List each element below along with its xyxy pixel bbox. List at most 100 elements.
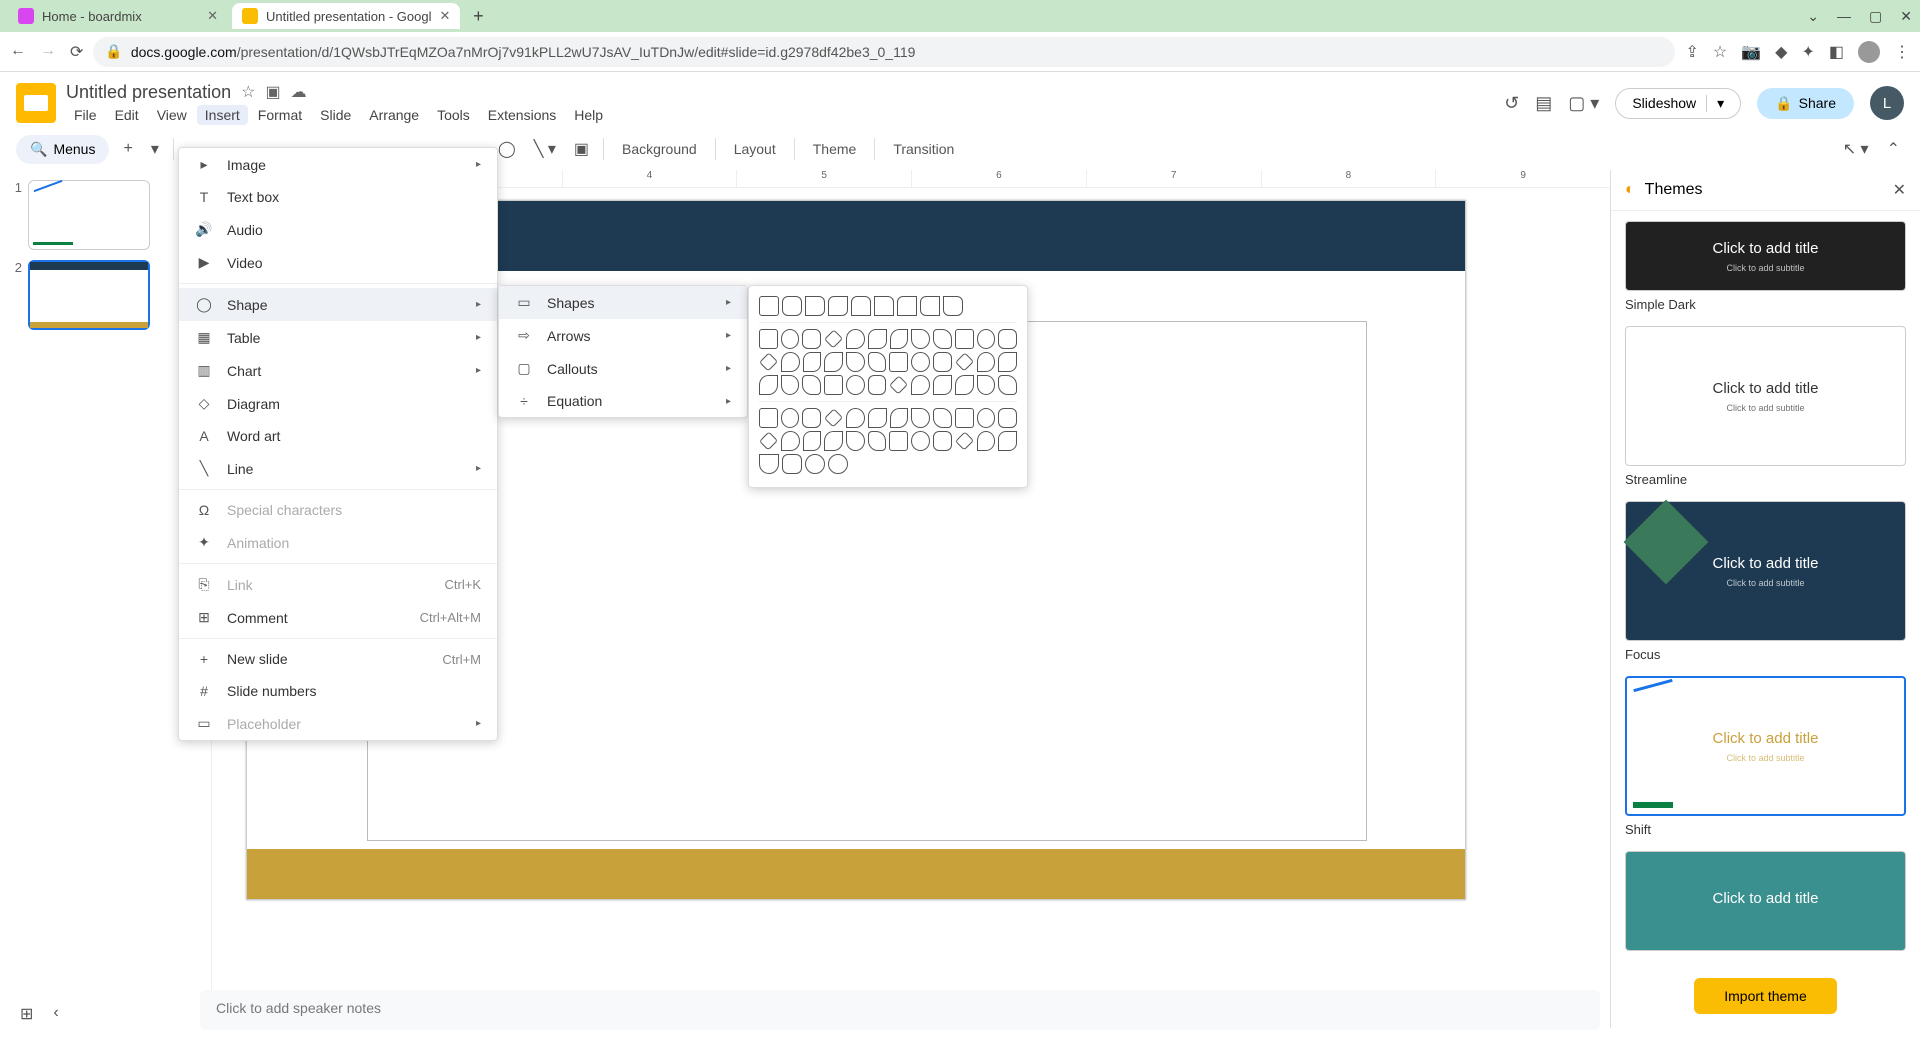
shape-option[interactable] bbox=[802, 408, 821, 428]
shape-option[interactable] bbox=[759, 431, 778, 450]
forward-icon[interactable]: → bbox=[40, 42, 56, 62]
menu-edit[interactable]: Edit bbox=[107, 105, 147, 125]
sidepanel-icon[interactable]: ◧ bbox=[1829, 42, 1844, 62]
shape-rounded-rect[interactable] bbox=[782, 296, 802, 316]
shape-option[interactable] bbox=[911, 431, 930, 451]
menu-item-image[interactable]: ▸Image▸ bbox=[179, 148, 497, 181]
shape-option[interactable] bbox=[846, 431, 865, 451]
shape-option[interactable] bbox=[998, 431, 1017, 451]
search-menus-button[interactable]: 🔍 Menus bbox=[16, 135, 109, 164]
shape-option[interactable] bbox=[933, 352, 952, 372]
shape-misc[interactable] bbox=[782, 454, 802, 474]
reload-icon[interactable]: ⟳ bbox=[70, 42, 83, 62]
shape-option[interactable] bbox=[954, 352, 973, 371]
submenu-item-arrows[interactable]: ⇨Arrows▸ bbox=[499, 319, 747, 352]
chevron-down-icon[interactable]: ▾ bbox=[1706, 95, 1724, 112]
line-tool-icon[interactable]: ╲ ▾ bbox=[530, 135, 560, 163]
import-theme-button[interactable]: Import theme bbox=[1694, 978, 1836, 1014]
shape-option[interactable] bbox=[933, 431, 952, 451]
shape-option[interactable] bbox=[977, 375, 996, 395]
menu-item-word-art[interactable]: AWord art bbox=[179, 420, 497, 452]
menu-item-video[interactable]: ▶Video bbox=[179, 246, 497, 279]
address-bar[interactable]: 🔒 docs.google.com/presentation/d/1QWsbJT… bbox=[93, 37, 1675, 67]
shape-option[interactable] bbox=[933, 375, 952, 395]
menu-item-audio[interactable]: 🔊Audio bbox=[179, 213, 497, 246]
shape-option[interactable] bbox=[998, 408, 1017, 428]
minimize-icon[interactable]: — bbox=[1837, 8, 1851, 25]
menu-slide[interactable]: Slide bbox=[312, 105, 359, 125]
shape-option[interactable] bbox=[781, 408, 800, 428]
grid-view-icon[interactable]: ⊞ bbox=[20, 1004, 33, 1024]
shape-option[interactable] bbox=[977, 431, 996, 451]
menu-extensions[interactable]: Extensions bbox=[480, 105, 564, 125]
submenu-item-equation[interactable]: ÷Equation▸ bbox=[499, 385, 747, 417]
theme-button[interactable]: Theme bbox=[805, 137, 865, 161]
slides-logo[interactable] bbox=[16, 83, 56, 123]
new-slide-button[interactable]: + bbox=[119, 136, 136, 162]
shape-option[interactable] bbox=[846, 329, 865, 349]
transition-button[interactable]: Transition bbox=[885, 137, 962, 161]
shape-option[interactable] bbox=[824, 352, 843, 372]
menu-arrange[interactable]: Arrange bbox=[361, 105, 427, 125]
layout-button[interactable]: Layout bbox=[726, 137, 784, 161]
menu-item-new-slide[interactable]: +New slideCtrl+M bbox=[179, 643, 497, 675]
shape-option[interactable] bbox=[759, 408, 778, 428]
shape-option[interactable] bbox=[998, 375, 1017, 395]
account-avatar[interactable]: L bbox=[1870, 86, 1904, 120]
shape-option[interactable] bbox=[911, 329, 930, 349]
menu-item-comment[interactable]: ⊞CommentCtrl+Alt+M bbox=[179, 601, 497, 634]
shape-option[interactable] bbox=[868, 408, 887, 428]
tab-close-icon[interactable]: ✕ bbox=[431, 8, 450, 24]
shape-option[interactable] bbox=[911, 375, 930, 395]
speaker-notes[interactable]: Click to add speaker notes bbox=[200, 990, 1600, 1030]
share-button[interactable]: 🔒 Share bbox=[1757, 88, 1854, 119]
theme-preview-streamline[interactable]: Click to add titleClick to add subtitle bbox=[1625, 326, 1906, 466]
theme-preview-focus[interactable]: Click to add titleClick to add subtitle bbox=[1625, 501, 1906, 641]
share-page-icon[interactable]: ⇪ bbox=[1685, 42, 1698, 62]
shape-option[interactable] bbox=[977, 408, 996, 428]
shape-option[interactable] bbox=[846, 408, 865, 428]
themes-list[interactable]: Click to add titleClick to add subtitleS… bbox=[1611, 211, 1920, 968]
theme-preview-momentum[interactable]: Click to add title bbox=[1625, 851, 1906, 951]
shape-option[interactable] bbox=[824, 431, 843, 451]
shape-snip-corner[interactable] bbox=[805, 296, 825, 316]
shape-option[interactable] bbox=[781, 329, 800, 349]
shape-option[interactable] bbox=[824, 408, 843, 427]
menu-item-chart[interactable]: ▥Chart▸ bbox=[179, 354, 497, 387]
menu-item-line[interactable]: ╲Line▸ bbox=[179, 452, 497, 485]
new-tab-button[interactable]: + bbox=[464, 2, 492, 30]
menu-help[interactable]: Help bbox=[566, 105, 611, 125]
cursor-mode-icon[interactable]: ↖ ▾ bbox=[1839, 135, 1873, 163]
shape-option[interactable] bbox=[889, 352, 908, 372]
shape-option[interactable] bbox=[890, 408, 909, 428]
shape-option[interactable] bbox=[955, 408, 974, 428]
shape-misc[interactable] bbox=[805, 454, 825, 474]
shape-option[interactable] bbox=[781, 352, 800, 372]
shape-option[interactable] bbox=[998, 352, 1017, 372]
theme-preview-shift[interactable]: Click to add titleClick to add subtitle bbox=[1625, 676, 1906, 816]
shape-option[interactable] bbox=[759, 329, 778, 349]
shape-option[interactable] bbox=[977, 352, 996, 372]
shape-misc[interactable] bbox=[759, 454, 779, 474]
shape-option[interactable] bbox=[781, 375, 800, 395]
move-icon[interactable]: ▣ bbox=[265, 82, 280, 102]
shape-round-diag[interactable] bbox=[943, 296, 963, 316]
shape-option[interactable] bbox=[781, 431, 800, 451]
shape-option[interactable] bbox=[889, 431, 908, 451]
shape-option[interactable] bbox=[803, 431, 822, 451]
camera-icon[interactable]: 📷 bbox=[1741, 42, 1761, 62]
extension-icon[interactable]: ◆ bbox=[1775, 42, 1787, 62]
browser-tab-active[interactable]: Untitled presentation - Googl ✕ bbox=[232, 3, 460, 29]
kebab-icon[interactable]: ⋮ bbox=[1894, 42, 1910, 62]
submenu-item-shapes[interactable]: ▭Shapes▸ bbox=[499, 286, 747, 319]
menu-tools[interactable]: Tools bbox=[429, 105, 478, 125]
browser-tab[interactable]: Home - boardmix ✕ bbox=[8, 3, 228, 29]
menu-item-diagram[interactable]: ◇Diagram bbox=[179, 387, 497, 420]
present-dropdown-icon[interactable]: ▢ ▾ bbox=[1568, 93, 1599, 114]
chevron-down-icon[interactable]: ▾ bbox=[147, 135, 163, 163]
bookmark-icon[interactable]: ☆ bbox=[1713, 42, 1727, 62]
star-icon[interactable]: ☆ bbox=[241, 82, 255, 102]
shape-option[interactable] bbox=[911, 352, 930, 372]
shape-round-single[interactable] bbox=[874, 296, 894, 316]
shape-rectangle[interactable] bbox=[759, 296, 779, 316]
